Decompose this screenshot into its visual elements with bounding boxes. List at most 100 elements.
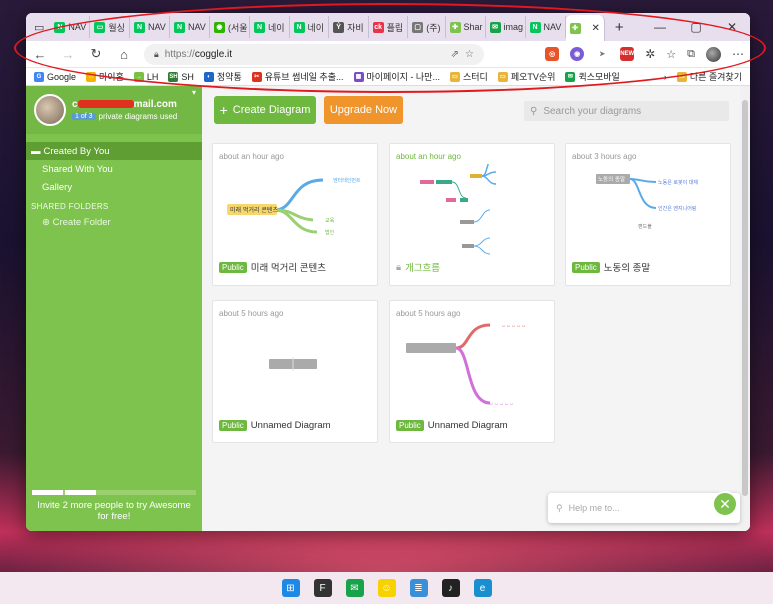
- tab[interactable]: Ŷ 자비: [329, 16, 369, 38]
- close-button[interactable]: ✕: [714, 20, 750, 34]
- bookmark-item[interactable]: G Google: [34, 71, 76, 82]
- url-host: coggle.it: [194, 48, 233, 60]
- sidebar-item-shared-with-you[interactable]: Shared With You: [26, 160, 202, 178]
- favorites-icon[interactable]: ☆: [666, 48, 676, 61]
- profile-avatar[interactable]: [706, 46, 721, 62]
- bookmark-item[interactable]: ▭ 스터디: [449, 70, 488, 83]
- tab[interactable]: ◉ (서울: [210, 16, 250, 38]
- bookmark-item[interactable]: → LH: [133, 71, 159, 82]
- card-time: about 5 hours ago: [396, 309, 461, 318]
- tab-label: NAV: [147, 22, 166, 32]
- bookmark-item[interactable]: ✂ 유튜브 썸네일 추출...: [251, 70, 344, 83]
- tab[interactable]: N 네이: [290, 16, 330, 38]
- lock-icon[interactable]: 🔒︎: [154, 49, 159, 60]
- help-close-button[interactable]: ✕: [712, 491, 738, 517]
- profile-section: c mail.com 1 of 3 private diagrams used ▾: [26, 86, 202, 134]
- diagram-card[interactable]: about 5 hours ago ᴗᴗᴗᴗᴗ ᴗᴗᴗᴗᴗ Public Unna…: [389, 300, 555, 443]
- url-text: https://coggle.it: [165, 49, 232, 60]
- tab-actions-icon[interactable]: ▭: [32, 21, 50, 34]
- tab[interactable]: ck 플립: [369, 16, 409, 38]
- diagram-card[interactable]: about an hour ago 미래 먹거리 콘텐츠 엔터테인먼트 교육 법…: [212, 143, 378, 286]
- share-icon[interactable]: ⇗: [451, 49, 459, 60]
- tab-label: imag: [503, 22, 524, 32]
- avatar[interactable]: [34, 94, 66, 126]
- bookmark-item[interactable]: ▦ 마이페이지 - 나만...: [353, 70, 440, 83]
- redaction-mark: [77, 100, 134, 109]
- card-time: about an hour ago: [219, 152, 284, 161]
- new-extension-icon[interactable]: NEW: [620, 47, 635, 61]
- diagram-thumbnail: [420, 164, 497, 255]
- address-bar[interactable]: 🔒︎ https://coggle.it ⇗ ☆: [144, 43, 484, 65]
- tab[interactable]: N 네이: [250, 16, 290, 38]
- diagram-card[interactable]: about an hour ago 🔒︎ 개그흐름: [389, 143, 555, 286]
- app-icon[interactable]: F: [313, 579, 332, 597]
- edge-icon[interactable]: e: [473, 579, 492, 597]
- diagram-card[interactable]: about 5 hours ago Public Unnamed Diagram: [212, 300, 378, 443]
- bookmark-label: SH: [181, 71, 194, 82]
- cursor-extension-icon[interactable]: ➤: [595, 47, 610, 61]
- coggle-icon: ✚: [569, 22, 581, 34]
- tab[interactable]: ✚ Shar: [446, 16, 486, 38]
- tab[interactable]: ✉ imag: [486, 16, 526, 38]
- account-dropdown-icon[interactable]: ▾: [192, 88, 196, 97]
- upgrade-now-button[interactable]: Upgrade Now: [324, 96, 403, 124]
- tab[interactable]: N NAV: [170, 16, 210, 38]
- root-node-label: 미래 먹거리 콘텐츠: [230, 206, 278, 214]
- bookmarks-overflow-icon[interactable]: ›: [664, 72, 667, 82]
- bookmark-item[interactable]: ✉ 퀵스모바일: [565, 70, 620, 83]
- diagram-thumbnail: ᴗᴗᴗᴗᴗ ᴗᴗᴗᴗᴗ: [406, 323, 525, 407]
- tab-label: NAV: [543, 22, 562, 32]
- tab[interactable]: N NAV: [130, 16, 170, 38]
- other-favorites-folder[interactable]: ▭ 다른 즐겨찾기: [676, 70, 742, 83]
- search-icon: ⚲: [556, 502, 563, 513]
- maximize-button[interactable]: ▢: [678, 20, 714, 34]
- bookmark-item[interactable]: ▭ 페오TV순위: [497, 70, 555, 83]
- music-icon[interactable]: ♪: [441, 579, 460, 597]
- document-icon: ▢: [412, 21, 424, 33]
- tab-close-icon[interactable]: ✕: [592, 23, 600, 34]
- notepad-icon[interactable]: ≣: [409, 579, 428, 597]
- home-icon[interactable]: ⌂: [116, 47, 132, 62]
- bookmarks-bar: G Google ⌂ 마이홈 → LH SH SH ◐ 정약통 ✂ 유튜브 썸네일 추출... ▦ 마이페…: [26, 68, 750, 86]
- favorite-star-icon[interactable]: ☆: [465, 49, 474, 60]
- sidebar-item-created-by-you[interactable]: ▬ Created By You: [26, 142, 210, 160]
- sidebar-item-gallery[interactable]: Gallery: [26, 178, 202, 196]
- windows-start-icon[interactable]: ⊞: [281, 579, 300, 597]
- bookmark-label: LH: [146, 71, 159, 82]
- more-menu-icon[interactable]: ⋯: [732, 47, 744, 61]
- help-input[interactable]: ⚲ Help me to...: [548, 493, 740, 523]
- diagram-card[interactable]: about 3 hours ago 노동의 종말 노동은 로봇이 대체 인간은 …: [565, 143, 731, 286]
- forward-arrow-icon[interactable]: →: [60, 47, 76, 62]
- scrollbar-thumb[interactable]: [742, 100, 748, 496]
- extension-icon[interactable]: ◉: [570, 47, 585, 61]
- bookmark-item[interactable]: ⌂ 마이홈: [86, 70, 124, 83]
- invite-message[interactable]: Invite 2 more people to try Awesome for …: [26, 500, 202, 522]
- refresh-icon[interactable]: ↻: [88, 46, 104, 62]
- tab[interactable]: ▢ (주): [408, 16, 446, 38]
- card-footer: 🔒︎ 개그흐름: [396, 260, 440, 275]
- bookmark-label: 퀵스모바일: [578, 72, 620, 82]
- tab[interactable]: N NAV: [526, 16, 566, 38]
- kakaotalk-icon[interactable]: ☺: [377, 579, 396, 597]
- plus-icon: +: [219, 102, 228, 118]
- create-folder-label: Create Folder: [52, 217, 111, 228]
- tab-bar: ▭ N NAV ▭ 월싱 N NAV N NAV ◉ (서울 N 네이 N 네이 Ŷ 자비 ck 플립 ▢ (주) ✚ S…: [26, 13, 750, 41]
- extension-icon[interactable]: ◎: [545, 47, 560, 61]
- tab[interactable]: ▭ 월싱: [90, 16, 130, 38]
- tab[interactable]: N NAV: [50, 16, 91, 38]
- bookmark-item[interactable]: SH SH: [168, 71, 194, 82]
- new-tab-button[interactable]: +: [605, 19, 634, 36]
- mail-icon[interactable]: ✉: [345, 579, 364, 597]
- bookmark-item[interactable]: ◐ 정약통: [203, 70, 242, 83]
- svg-text:편드불: 편드불: [638, 223, 652, 230]
- create-folder-button[interactable]: ⊕ Create Folder: [26, 211, 202, 228]
- naver-icon: N: [133, 21, 145, 33]
- minimize-button[interactable]: —: [642, 20, 678, 34]
- collections-icon[interactable]: ⧉: [687, 48, 695, 61]
- extensions-puzzle-icon[interactable]: ✲: [645, 47, 655, 61]
- back-arrow-icon[interactable]: ←: [32, 47, 48, 62]
- search-input[interactable]: ⚲ Search your diagrams: [524, 101, 729, 121]
- tab-active-coggle[interactable]: ✚ ✕: [565, 15, 605, 41]
- create-diagram-button[interactable]: + Create Diagram: [214, 96, 316, 124]
- scrollbar[interactable]: [740, 86, 750, 531]
